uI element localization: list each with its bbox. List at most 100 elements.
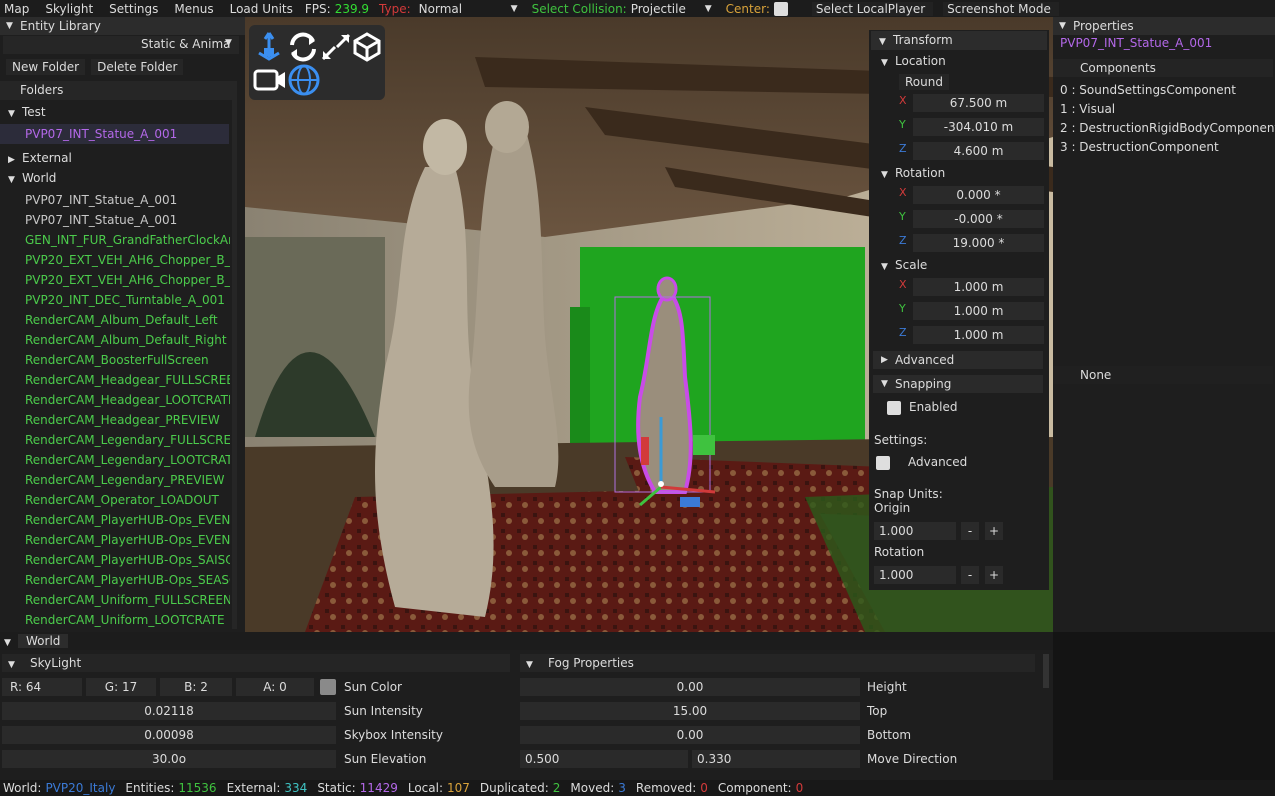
list-item[interactable]: RenderCAM_Legendary_PREVIEW [0, 470, 230, 490]
component-item[interactable]: 0 : SoundSettingsComponent [1060, 83, 1275, 102]
camera-icon[interactable] [253, 65, 287, 95]
list-item[interactable]: RenderCAM_Legendary_LOOTCRAT [0, 450, 230, 470]
collision-label: Select Collision: [531, 1, 627, 16]
collapse-arrow-icon[interactable]: ▼ [1059, 21, 1073, 31]
translate-gizmo-icon[interactable] [253, 31, 285, 63]
screenshot-mode-button[interactable]: Screenshot Mode [943, 1, 1059, 16]
list-item[interactable]: RenderCAM_Uniform_FULLSCREEN [0, 590, 230, 610]
list-item[interactable]: RenderCAM_Operator_LOADOUT [0, 490, 230, 510]
advanced-section[interactable]: ▶ Advanced [873, 351, 1043, 369]
list-item[interactable]: RenderCAM_Headgear_FULLSCREEN [0, 370, 230, 390]
sun-color-a-field[interactable]: A: 0 [236, 678, 314, 696]
list-item[interactable]: RenderCAM_PlayerHUB-Ops_SEASC [0, 570, 230, 590]
folder-external[interactable]: ▶ External [8, 151, 72, 165]
scale-gizmo-icon[interactable] [319, 31, 353, 63]
snapping-enabled-checkbox[interactable] [887, 400, 901, 415]
menu-settings[interactable]: Settings [105, 2, 166, 16]
list-item[interactable]: PVP20_INT_DEC_Turntable_A_001 [0, 290, 230, 310]
list-item[interactable]: RenderCAM_Album_Default_Left [0, 310, 230, 330]
rotate-gizmo-icon[interactable] [287, 31, 319, 63]
rotation-snap-field[interactable]: 1.000 [874, 566, 956, 584]
round-button[interactable]: Round [899, 74, 949, 90]
scale-y-field[interactable]: 1.000 m [913, 302, 1044, 320]
list-item[interactable]: RenderCAM_BoosterFullScreen [0, 350, 230, 370]
fog-top-slider[interactable]: 15.00 [520, 702, 860, 720]
fog-height-slider[interactable]: 0.00 [520, 678, 860, 696]
skylight-header[interactable]: ▼ SkyLight [2, 654, 510, 672]
settings-advanced-checkbox[interactable] [876, 455, 890, 470]
collapse-arrow-icon[interactable]: ▼ [6, 21, 20, 31]
list-item[interactable]: RenderCAM_PlayerHUB-Ops_SAISO [0, 550, 230, 570]
rotation-x-field[interactable]: 0.000 * [913, 186, 1044, 204]
move-direction-y-field[interactable]: 0.330 [692, 750, 860, 768]
world-panel-title: World [18, 634, 69, 648]
list-item[interactable]: PVP20_EXT_VEH_AH6_Chopper_B_ [0, 250, 230, 270]
sun-color-b-field[interactable]: B: 2 [160, 678, 232, 696]
list-item[interactable]: PVP07_INT_Statue_A_001 [0, 210, 230, 230]
collision-dropdown[interactable]: Projectile [631, 2, 701, 16]
delete-folder-button[interactable]: Delete Folder [91, 59, 184, 75]
menu-map[interactable]: Map [0, 2, 37, 16]
collapse-arrow-icon[interactable]: ▼ [4, 634, 18, 652]
scale-header[interactable]: ▼ Scale [881, 258, 927, 272]
list-item[interactable]: PVP20_EXT_VEH_AH6_Chopper_B_ [0, 270, 230, 290]
type-dropdown-arrow-icon[interactable]: ▼ [511, 4, 518, 14]
collapse-arrow-icon: ▼ [8, 660, 15, 670]
scale-z-field[interactable]: 1.000 m [913, 326, 1044, 344]
filter-dropdown[interactable]: Static & Anima ▼ [3, 36, 239, 54]
list-item-selected[interactable]: PVP07_INT_Statue_A_001 [0, 124, 229, 144]
list-item[interactable]: RenderCAM_Uniform_LOOTCRATE [0, 610, 230, 630]
location-y-field[interactable]: -304.010 m [913, 118, 1044, 136]
fog-header[interactable]: ▼ Fog Properties [520, 654, 1035, 672]
snapping-section[interactable]: ▼ Snapping [873, 375, 1043, 393]
sun-color-swatch[interactable] [320, 679, 336, 695]
location-header[interactable]: ▼ Location [881, 54, 946, 68]
list-item[interactable]: GEN_INT_FUR_GrandFatherClockAn [0, 230, 230, 250]
sun-intensity-field[interactable]: 0.02118 [2, 702, 336, 720]
location-z-field[interactable]: 4.600 m [913, 142, 1044, 160]
list-item[interactable]: RenderCAM_PlayerHUB-Ops_EVENT [0, 530, 230, 550]
type-dropdown[interactable]: Normal [419, 2, 507, 16]
status-local-label: Local: [407, 781, 444, 795]
list-item[interactable]: RenderCAM_Headgear_PREVIEW [0, 410, 230, 430]
new-folder-button[interactable]: New Folder [6, 59, 86, 75]
origin-snap-field[interactable]: 1.000 [874, 522, 956, 540]
world-space-globe-icon[interactable] [287, 63, 321, 97]
select-localplayer-button[interactable]: Select LocalPlayer [811, 1, 934, 16]
scrollbar[interactable] [232, 81, 237, 629]
menu-skylight[interactable]: Skylight [41, 2, 101, 16]
rotation-z-field[interactable]: 19.000 * [913, 234, 1044, 252]
rotation-header[interactable]: ▼ Rotation [881, 166, 945, 180]
center-checkbox[interactable] [773, 1, 788, 16]
snap-gizmo-icon[interactable] [351, 31, 383, 63]
scale-x-field[interactable]: 1.000 m [913, 278, 1044, 296]
list-item[interactable]: RenderCAM_PlayerHUB-Ops_EVENT [0, 510, 230, 530]
folder-world[interactable]: ▼ World [8, 171, 56, 185]
sun-elevation-slider[interactable]: 30.0o [2, 750, 336, 768]
rotation-decrement-button[interactable]: - [961, 566, 979, 584]
move-direction-x-field[interactable]: 0.500 [520, 750, 688, 768]
list-item[interactable]: PVP07_INT_Statue_A_001 [0, 190, 230, 210]
settings-advanced-row: Advanced [876, 455, 967, 470]
fog-bottom-slider[interactable]: 0.00 [520, 726, 860, 744]
component-item[interactable]: 3 : DestructionComponent [1060, 140, 1275, 159]
rotation-increment-button[interactable]: + [985, 566, 1003, 584]
collision-dropdown-arrow-icon[interactable]: ▼ [705, 4, 712, 14]
location-x-field[interactable]: 67.500 m [913, 94, 1044, 112]
list-item[interactable]: RenderCAM_Headgear_LOOTCRATE [0, 390, 230, 410]
menu-menus[interactable]: Menus [170, 2, 221, 16]
list-item[interactable]: RenderCAM_Album_Default_Right [0, 330, 230, 350]
folder-test[interactable]: ▼ Test [8, 105, 46, 119]
menu-load-units[interactable]: Load Units [226, 2, 301, 16]
rotation-y-field[interactable]: -0.000 * [913, 210, 1044, 228]
list-item[interactable]: RenderCAM_Legendary_FULLSCREE [0, 430, 230, 450]
skybox-intensity-field[interactable]: 0.00098 [2, 726, 336, 744]
origin-decrement-button[interactable]: - [961, 522, 979, 540]
origin-increment-button[interactable]: + [985, 522, 1003, 540]
transform-header[interactable]: ▼ Transform [871, 31, 1047, 50]
component-item[interactable]: 1 : Visual [1060, 102, 1275, 121]
scrollbar[interactable] [1043, 654, 1049, 688]
sun-color-r-field[interactable]: R: 64 [2, 678, 82, 696]
sun-color-g-field[interactable]: G: 17 [86, 678, 156, 696]
component-item[interactable]: 2 : DestructionRigidBodyComponent [1060, 121, 1275, 140]
